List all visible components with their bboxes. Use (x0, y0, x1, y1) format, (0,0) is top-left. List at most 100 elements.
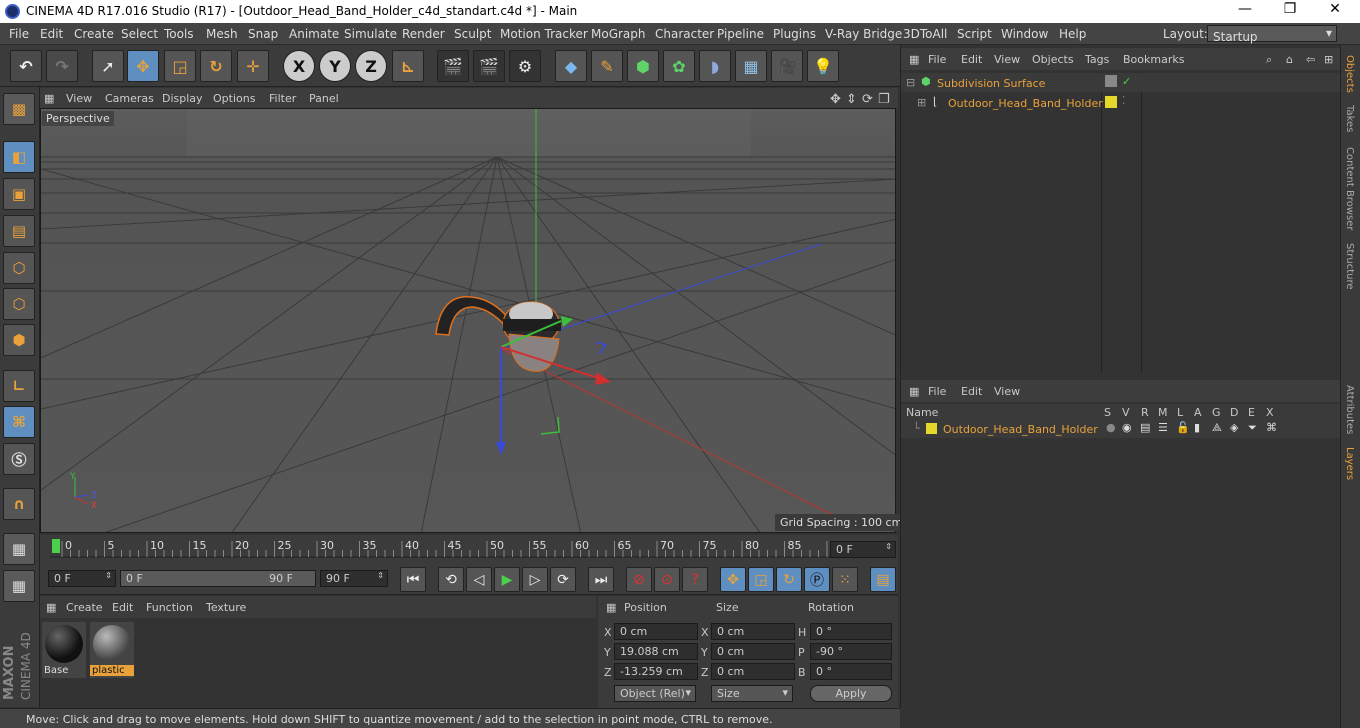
search-icon[interactable]: ⌕ (1266, 53, 1272, 67)
timeline-window-button[interactable]: ▤ (870, 567, 896, 592)
menu-simulate[interactable]: Simulate (344, 27, 397, 41)
perspective-viewport[interactable]: Y Z X (40, 108, 896, 533)
material-menu-function[interactable]: Function (146, 601, 193, 614)
menu-plugins[interactable]: Plugins (773, 27, 816, 41)
texture-mode-button[interactable]: ▣ (3, 178, 35, 210)
render-view-button[interactable]: 🎬 (437, 50, 469, 82)
record-position-button[interactable]: ✥ (720, 567, 746, 592)
material-menu-edit[interactable]: Edit (112, 601, 133, 614)
expand-icon[interactable]: ⊞ (917, 96, 926, 109)
points-mode-button[interactable]: ⬡ (3, 252, 35, 284)
menu-animate[interactable]: Animate (289, 27, 339, 41)
tab-layers[interactable]: Layers (1344, 447, 1355, 480)
material-menu-texture[interactable]: Texture (206, 601, 246, 614)
select-tool-button[interactable]: ➚ (92, 50, 124, 82)
rotation-p-field[interactable]: -90 ° (810, 643, 892, 660)
go-to-start-button[interactable]: ⏮ (400, 567, 426, 592)
size-x-field[interactable]: 0 cm (711, 623, 795, 640)
material-menu-create[interactable]: Create (66, 601, 103, 614)
record-point-level-button[interactable]: ⁙ (832, 567, 858, 592)
make-editable-button[interactable]: ▩ (3, 93, 35, 125)
solo-button[interactable]: Ⓢ (3, 443, 35, 475)
undo-button[interactable]: ↶ (10, 50, 42, 82)
menu-pipeline[interactable]: Pipeline (717, 27, 764, 41)
generator-icon[interactable]: ⟁ (1212, 421, 1222, 435)
previous-key-button[interactable]: ⟲ (438, 567, 464, 592)
model-mode-button[interactable]: ◧ (3, 141, 35, 173)
object-menu-file[interactable]: File (928, 53, 946, 66)
menu-edit[interactable]: Edit (40, 27, 63, 41)
menu-snap[interactable]: Snap (248, 27, 278, 41)
menu-window[interactable]: Window (1001, 27, 1048, 41)
layer-row[interactable]: └ Outdoor_Head_Band_Holder ● ◉ ▤ ☰ 🔓 ▮ ⟁… (901, 420, 1341, 438)
record-scale-button[interactable]: ◲ (748, 567, 774, 592)
rotation-b-field[interactable]: 0 ° (810, 663, 892, 680)
next-key-button[interactable]: ⟳ (550, 567, 576, 592)
record-parameter-button[interactable]: Ⓟ (804, 567, 830, 592)
cloner-button[interactable]: ✿ (663, 50, 695, 82)
axis-mode-button[interactable]: ∟ (3, 370, 35, 402)
y-axis-lock-button[interactable]: Y (319, 50, 351, 82)
material-swatch-base[interactable]: Base (42, 622, 86, 678)
deformer-icon[interactable]: ◈ (1230, 421, 1238, 434)
playhead[interactable] (52, 539, 60, 553)
object-menu-edit[interactable]: Edit (961, 53, 982, 66)
viewport-menu-filter[interactable]: Filter (269, 92, 296, 105)
object-menu-objects[interactable]: Objects (1032, 53, 1074, 66)
tree-row-subdivision[interactable]: ⊟ ⬢ Subdivision Surface ✓ (901, 73, 1341, 92)
workplane-mode-button[interactable]: ▤ (3, 215, 35, 247)
tree-row-head-band-holder[interactable]: ⊞ ⌊ Outdoor_Head_Band_Holder ⁚ (901, 93, 1341, 112)
play-button[interactable]: ▶ (494, 567, 520, 592)
timeline-ruler[interactable]: 051015202530354045505560657075808590 0 F… (40, 535, 898, 563)
x-axis-lock-button[interactable]: X (283, 50, 315, 82)
viewport-menu-options[interactable]: Options (213, 92, 255, 105)
menu-motion-tracker[interactable]: Motion Tracker (500, 27, 588, 41)
workplane-lock-button[interactable]: ▦ (3, 533, 35, 565)
viewport-menu-display[interactable]: Display (162, 92, 203, 105)
visibility-dots-icon[interactable]: ⁚ (1122, 94, 1126, 107)
material-swatch-plastic[interactable]: plastic (90, 622, 134, 678)
tab-attributes[interactable]: Attributes (1344, 385, 1355, 434)
render-picture-viewer-button[interactable]: 🎬 (473, 50, 505, 82)
manager-icon[interactable]: ☰ (1158, 421, 1168, 434)
material-menu-icon[interactable]: ▦ (46, 601, 56, 614)
layer-color-swatch[interactable] (1105, 96, 1117, 108)
start-frame-field[interactable]: 0 F ⇕ (48, 570, 116, 587)
size-y-field[interactable]: 0 cm (711, 643, 795, 660)
tab-structure[interactable]: Structure (1344, 243, 1355, 290)
layer-menu-icon[interactable]: ▦ (909, 385, 919, 398)
layer-color-swatch[interactable] (926, 423, 937, 434)
layer-menu-view[interactable]: View (994, 385, 1020, 398)
tab-takes[interactable]: Takes (1344, 105, 1355, 132)
deformer-button[interactable]: ◗ (699, 50, 731, 82)
menu-create[interactable]: Create (74, 27, 114, 41)
light-button[interactable]: 💡 (807, 50, 839, 82)
animation-icon[interactable]: ▮ (1194, 421, 1200, 434)
viewport-maximize-icon[interactable]: ❐ (878, 92, 890, 107)
apply-button[interactable]: Apply (810, 685, 892, 702)
end-frame-field[interactable]: 90 F ⇕ (320, 570, 388, 587)
close-button[interactable]: ✕ (1312, 1, 1358, 17)
edges-mode-button[interactable]: ⬡ (3, 288, 35, 320)
object-menu-bookmarks[interactable]: Bookmarks (1123, 53, 1184, 66)
size-mode-select[interactable]: Size ▾ (711, 685, 793, 702)
cube-primitive-button[interactable]: ◆ (555, 50, 587, 82)
position-y-field[interactable]: 19.088 cm (614, 643, 698, 660)
collapse-icon[interactable]: ⊟ (906, 76, 915, 89)
viewport-menu-panel[interactable]: Panel (309, 92, 339, 105)
viewport-rotate-icon[interactable]: ⟳ (862, 92, 873, 107)
navigate-icon[interactable]: ⇦ (1306, 53, 1315, 66)
object-menu-icon[interactable]: ▦ (909, 53, 919, 66)
next-frame-button[interactable]: ▷ (522, 567, 548, 592)
redo-button[interactable]: ↷ (46, 50, 78, 82)
menu-vray-bridge[interactable]: V-Ray Bridge (825, 27, 902, 41)
record-active-objects-button[interactable]: ⊘ (626, 567, 652, 592)
viewport-menu-cameras[interactable]: Cameras (105, 92, 154, 105)
move-tool-button[interactable]: ✥ (127, 50, 159, 82)
scale-tool-button[interactable]: ◲ (164, 50, 196, 82)
render-settings-button[interactable]: ⚙ (509, 50, 541, 82)
menu-mesh[interactable]: Mesh (206, 27, 238, 41)
polygons-mode-button[interactable]: ⬢ (3, 324, 35, 356)
layer-menu-edit[interactable]: Edit (961, 385, 982, 398)
solo-dot-icon[interactable]: ● (1106, 421, 1116, 434)
